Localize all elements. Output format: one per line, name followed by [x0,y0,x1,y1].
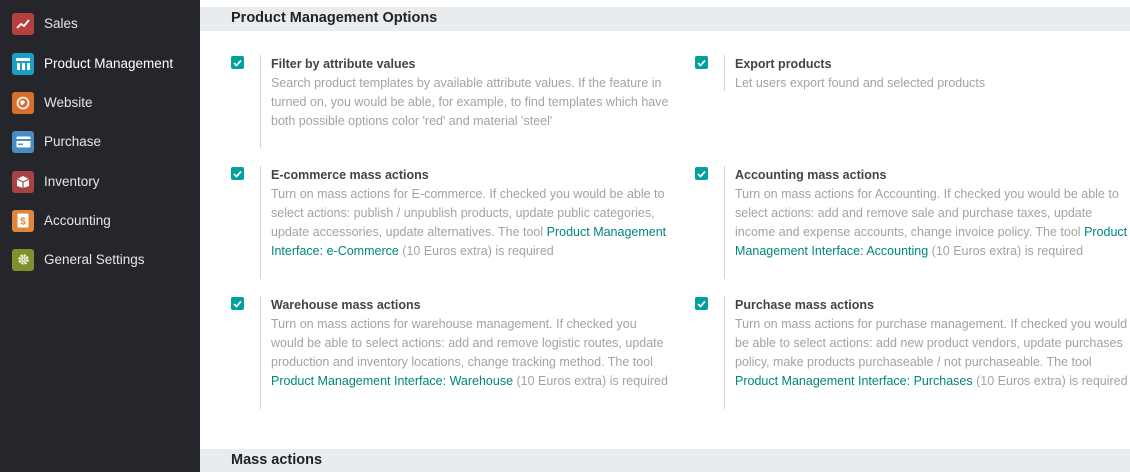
sidebar-item-label: Purchase [44,134,102,149]
option-title: Purchase mass actions [735,298,874,312]
section-title: Mass actions [231,452,323,468]
section-header: Product Management Options [200,7,1130,31]
svg-text:$: $ [20,217,26,228]
option-title: Export products [735,57,832,71]
option-title: E-commerce mass actions [271,168,429,182]
warehouse-interface-link[interactable]: Product Management Interface: Warehouse [271,374,513,388]
purchase-mass-actions-checkbox[interactable] [695,297,708,310]
sidebar-item-label: Inventory [44,174,100,189]
filter-attribute-checkbox[interactable] [231,56,244,69]
accounting-mass-actions-checkbox[interactable] [695,167,708,180]
check-icon [697,59,706,67]
sidebar-item-product-management[interactable]: Product Management [0,44,200,83]
section-title: Product Management Options [231,10,438,26]
ecommerce-mass-actions-checkbox[interactable] [231,167,244,180]
divider [724,55,725,91]
divider [260,166,261,279]
option-requirement: (10 Euros extra) is required [513,374,668,388]
export-products-checkbox[interactable] [695,56,708,69]
check-icon [233,170,242,178]
option-title: Accounting mass actions [735,168,887,182]
website-icon [12,91,34,114]
sidebar-item-accounting[interactable]: $ Accounting [0,201,200,240]
check-icon [233,59,242,67]
divider [724,166,725,279]
option-title: Filter by attribute values [271,57,416,71]
sidebar-item-label: Sales [44,16,78,31]
purchase-interface-link[interactable]: Product Management Interface: Purchases [735,374,973,388]
option-description: Turn on mass actions for purchase manage… [735,317,1128,369]
option-description: Let users export found and selected prod… [735,76,986,90]
sidebar: Sales Product Management Website Purchas… [0,0,200,472]
sidebar-item-inventory[interactable]: Inventory [0,162,200,201]
check-icon [233,300,242,308]
purchase-icon [12,130,34,153]
accounting-icon: $ [12,209,34,232]
option-title: Warehouse mass actions [271,298,421,312]
sidebar-item-general-settings[interactable]: General Settings [0,240,200,279]
settings-content: Product Management Options Filter by att… [200,0,1130,472]
option-description: Turn on mass actions for warehouse manag… [271,317,664,369]
option-description: Search product templates by available at… [271,76,669,128]
divider [724,296,725,409]
sidebar-item-label: Accounting [44,213,111,228]
warehouse-mass-actions-checkbox[interactable] [231,297,244,310]
option-requirement: (10 Euros extra) is required [928,244,1084,258]
sidebar-item-label: Product Management [44,56,174,71]
sidebar-item-sales[interactable]: Sales [0,4,200,43]
inventory-icon [12,170,34,193]
product-management-icon [12,52,34,75]
sidebar-item-purchase[interactable]: Purchase [0,122,200,161]
check-icon [697,300,706,308]
option-requirement: (10 Euros extra) is required [398,244,554,258]
divider [260,296,261,409]
sales-icon [12,12,34,35]
sidebar-item-label: General Settings [44,252,145,267]
sidebar-item-label: Website [44,95,93,110]
check-icon [697,170,706,178]
settings-icon [12,248,34,271]
divider [260,55,261,148]
option-description: Turn on mass actions for Accounting. If … [735,187,1119,239]
option-requirement: (10 Euros extra) is required [972,374,1128,388]
sidebar-item-website[interactable]: Website [0,83,200,122]
section-header-mass-actions: Mass actions [200,449,1130,472]
